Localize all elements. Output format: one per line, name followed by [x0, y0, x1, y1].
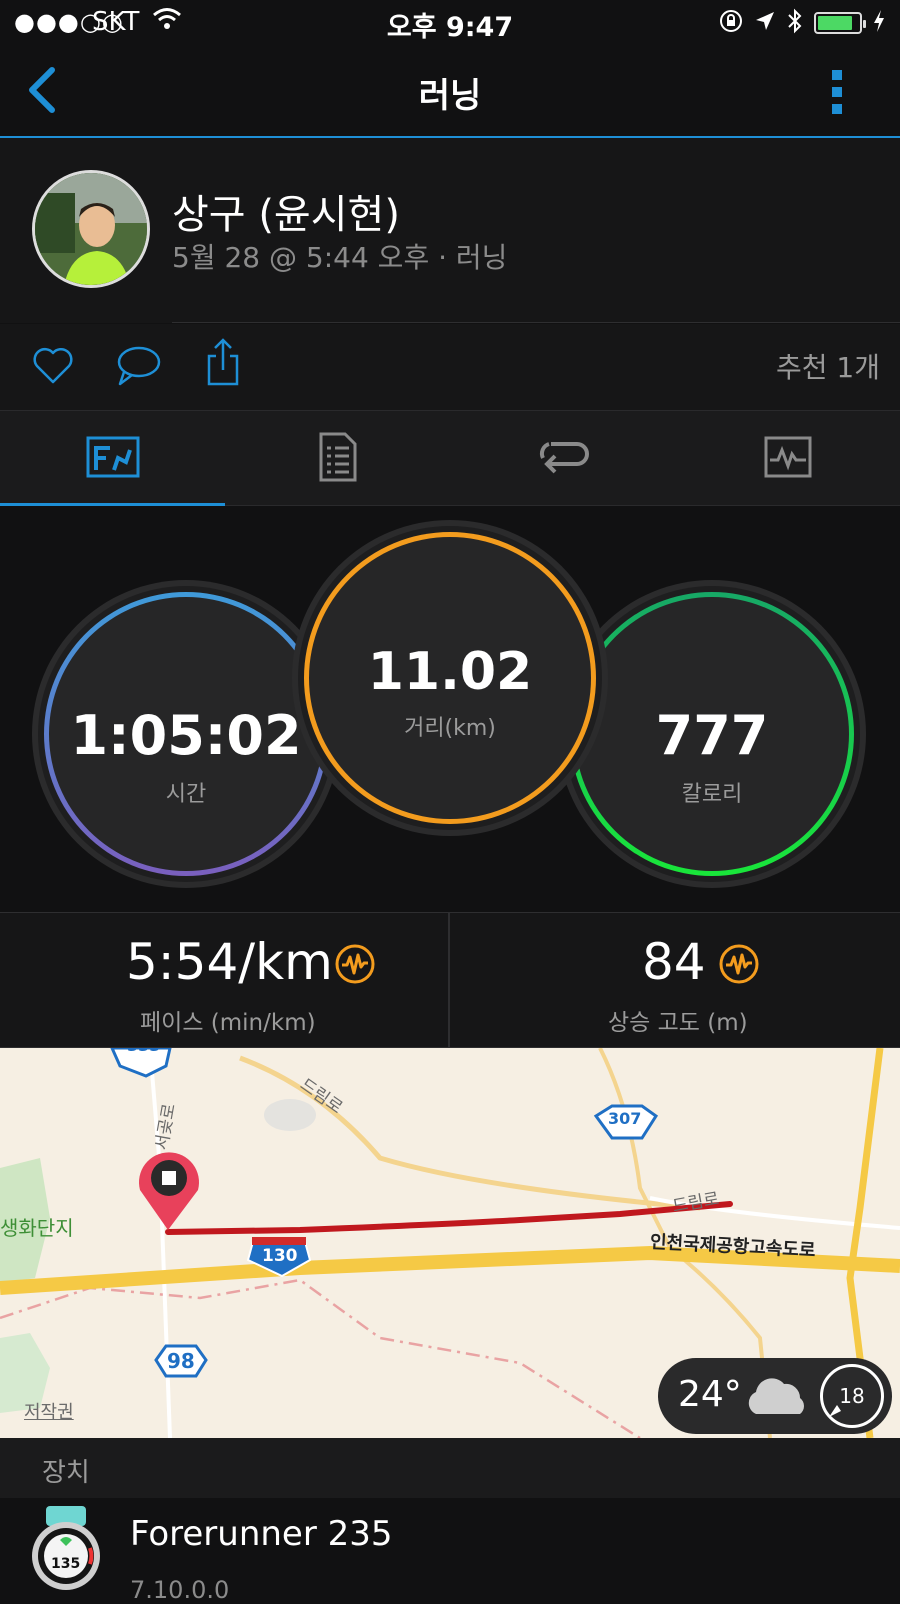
nav-bar: 러닝 — [0, 44, 900, 138]
distance-ring: 11.02 거리(km) — [298, 526, 602, 830]
distance-value: 11.02 — [367, 642, 533, 702]
wind-dial: 18 — [820, 1364, 884, 1428]
time-label: 시간 — [165, 782, 207, 807]
more-options-icon[interactable] — [830, 68, 844, 120]
map-label-area: 생화단지 — [0, 1216, 74, 1240]
share-icon[interactable] — [206, 336, 240, 392]
location-icon — [754, 10, 776, 36]
weather-temp: 24° — [678, 1374, 742, 1415]
pace-value: 5:54/km — [126, 933, 333, 991]
watch-icon — [28, 1506, 104, 1604]
shield-top-label: 333 — [127, 1048, 160, 1055]
pace-label: 페이스 (min/km) — [140, 1010, 316, 1036]
avatar[interactable] — [32, 170, 150, 288]
map-copyright-link[interactable]: 저작권 — [24, 1398, 74, 1424]
elevation-label: 상승 고도 (m) — [608, 1010, 748, 1036]
bluetooth-icon — [786, 8, 804, 38]
elevation-info-icon[interactable] — [718, 943, 760, 989]
weather-badge[interactable]: 24° 18 — [658, 1358, 892, 1434]
elevation-value: 84 — [642, 933, 706, 991]
shield-98-label: 98 — [167, 1349, 195, 1373]
details-icon — [319, 432, 357, 486]
pace-info-icon[interactable] — [334, 943, 376, 989]
rotation-lock-icon — [718, 8, 744, 38]
wind-speed: 18 — [839, 1384, 865, 1408]
calories-label: 칼로리 — [681, 782, 743, 807]
time-value: 1:05:02 — [70, 704, 302, 767]
comment-icon[interactable] — [116, 344, 162, 392]
likes-count[interactable]: 추천 1개 — [776, 346, 880, 386]
tab-details[interactable] — [225, 411, 450, 507]
tab-charts[interactable] — [675, 411, 900, 507]
calories-ring: 777 칼로리 — [564, 586, 860, 882]
calories-value: 777 — [655, 704, 769, 767]
activity-meta: 5월 28 @ 5:44 오후 · 러닝 — [172, 241, 508, 274]
page-title: 러닝 — [418, 76, 482, 116]
device-name: Forerunner 235 — [130, 1514, 393, 1554]
laps-icon — [537, 438, 589, 480]
chart-icon — [764, 436, 812, 482]
divider — [172, 322, 900, 323]
shield-130-label: 130 — [262, 1246, 298, 1266]
route-map[interactable]: 드림로 서곶로 드림로 인천국제공항고속도로 생화단지 307 130 98 3… — [0, 1048, 900, 1438]
charging-icon — [872, 9, 886, 37]
summary-stats: 1:05:02 시간 777 칼로리 11.02 거리(km) — [0, 506, 900, 912]
tab-laps[interactable] — [450, 411, 675, 507]
device-header-label: 장치 — [42, 1458, 90, 1488]
status-bar: ●●●○○ SKT 오후 9:47 — [0, 0, 900, 44]
finish-pin-icon — [139, 1152, 200, 1230]
map-stats-icon — [86, 436, 140, 482]
pace-cell[interactable]: 5:54/km 페이스 (min/km) — [0, 913, 448, 1047]
social-actions: 추천 1개 — [0, 324, 900, 410]
tab-overview[interactable] — [0, 411, 225, 507]
secondary-stats: 5:54/km 페이스 (min/km) 84 상승 고도 (m) — [0, 912, 900, 1048]
watch-screen-value: 135 — [51, 1556, 81, 1572]
activity-owner: 상구 (윤시현) 5월 28 @ 5:44 오후 · 러닝 — [0, 138, 900, 323]
like-icon[interactable] — [32, 346, 74, 390]
battery-icon — [814, 12, 866, 34]
owner-name[interactable]: 상구 (윤시현) — [172, 182, 400, 240]
elevation-cell[interactable]: 84 상승 고도 (m) — [450, 913, 900, 1047]
shield-307-label: 307 — [608, 1109, 642, 1128]
device-section-header: 장치 — [0, 1438, 900, 1498]
device-row[interactable]: 135 Forerunner 235 7.10.0.0 — [0, 1498, 900, 1604]
cloud-icon — [742, 1372, 812, 1422]
activity-tabs — [0, 410, 900, 507]
distance-label: 거리(km) — [404, 716, 496, 741]
time-ring: 1:05:02 시간 — [38, 586, 334, 882]
status-right-icons — [718, 8, 886, 38]
